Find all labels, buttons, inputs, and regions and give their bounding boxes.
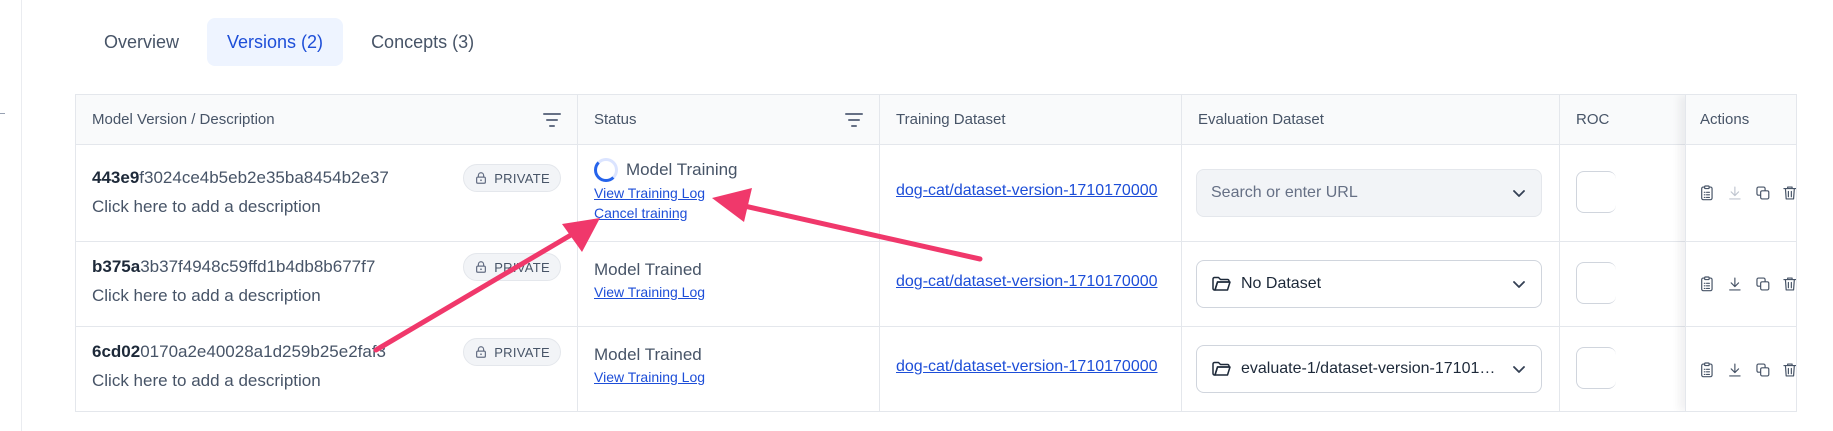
version-id-rest: 0170a2e40028a1d259b25e2faf3: [140, 342, 387, 361]
version-id[interactable]: 443e9f3024ce4b5eb2e35ba8454b2e37: [92, 168, 389, 188]
tab-bar: Overview Versions (2) Concepts (3): [84, 18, 494, 66]
private-badge-label: PRIVATE: [494, 259, 550, 275]
status-cell: Model Trained View Training Log: [578, 327, 880, 411]
download-icon[interactable]: [1726, 179, 1744, 207]
roc-input[interactable]: [1576, 347, 1616, 389]
training-dataset-cell: dog-cat/dataset-version-1710170000: [880, 145, 1182, 241]
description-field[interactable]: Click here to add a description: [92, 197, 321, 217]
view-training-log-link[interactable]: View Training Log: [594, 369, 705, 385]
clipboard-icon[interactable]: [1698, 179, 1716, 207]
tab-concepts[interactable]: Concepts (3): [351, 18, 494, 66]
clipboard-icon[interactable]: [1698, 270, 1716, 298]
trash-icon[interactable]: [1781, 270, 1797, 298]
table-header: Model Version / Description Status Train…: [76, 95, 1796, 145]
status-cell: Model Trained View Training Log: [578, 242, 880, 326]
download-icon[interactable]: [1726, 356, 1744, 384]
version-id-prefix: b375a: [92, 257, 141, 276]
actions-row: [1686, 145, 1797, 242]
download-icon[interactable]: [1726, 270, 1744, 298]
private-badge: PRIVATE: [463, 253, 561, 281]
copy-icon[interactable]: [1754, 356, 1772, 384]
version-id-prefix: 6cd02: [92, 342, 141, 361]
evaluation-dataset-select[interactable]: Search or enter URL: [1196, 169, 1542, 217]
private-badge: PRIVATE: [463, 164, 561, 192]
view-training-log-link[interactable]: View Training Log: [594, 284, 705, 300]
training-dataset-link[interactable]: dog-cat/dataset-version-1710170000: [896, 273, 1166, 291]
training-dataset-link[interactable]: dog-cat/dataset-version-1710170000: [896, 182, 1166, 200]
chevron-down-icon: [1513, 366, 1525, 373]
filter-icon[interactable]: [543, 112, 561, 127]
evaluation-dataset-select[interactable]: evaluate-1/dataset-version-1710170000: [1196, 345, 1542, 393]
header-roc-label: ROC: [1576, 111, 1610, 128]
lock-icon: [476, 172, 487, 184]
view-training-log-link[interactable]: View Training Log: [594, 185, 705, 201]
version-cell: b375a3b37f4948c59ffd1b4db8b677f7 Click h…: [76, 242, 578, 326]
description-field[interactable]: Click here to add a description: [92, 286, 321, 306]
tab-versions[interactable]: Versions (2): [207, 18, 344, 66]
versions-table: Model Version / Description Status Train…: [75, 94, 1797, 412]
header-status: Status: [578, 95, 880, 144]
evaluation-dataset-select[interactable]: No Dataset: [1196, 260, 1542, 308]
cancel-training-link[interactable]: Cancel training: [594, 205, 687, 221]
private-badge: PRIVATE: [463, 338, 561, 366]
left-sidebar-edge: [0, 0, 22, 431]
roc-input[interactable]: [1576, 171, 1616, 213]
actions-row: [1686, 327, 1797, 411]
lock-icon: [476, 346, 487, 358]
version-cell: 443e9f3024ce4b5eb2e35ba8454b2e37 Click h…: [76, 145, 578, 241]
evaluation-dataset-cell: evaluate-1/dataset-version-1710170000: [1182, 327, 1560, 411]
evaluation-dataset-cell: No Dataset: [1182, 242, 1560, 326]
training-dataset-cell: dog-cat/dataset-version-1710170000: [880, 242, 1182, 326]
status-cell: Model Training View Training Log Cancel …: [578, 145, 880, 241]
header-evaluation-dataset: Evaluation Dataset: [1182, 95, 1560, 144]
training-dataset-link[interactable]: dog-cat/dataset-version-1710170000: [896, 358, 1166, 376]
evaluation-dataset-value: No Dataset: [1241, 275, 1322, 292]
private-badge-label: PRIVATE: [494, 344, 550, 360]
version-id-rest: f3024ce4b5eb2e35ba8454b2e37: [139, 168, 389, 187]
version-id-rest: 3b37f4948c59ffd1b4db8b677f7: [140, 257, 376, 276]
chevron-down-icon: [1513, 281, 1525, 288]
folder-icon: [1212, 361, 1231, 376]
version-id-prefix: 443e9: [92, 168, 140, 187]
header-training-label: Training Dataset: [896, 111, 1006, 128]
clipboard-icon[interactable]: [1698, 356, 1716, 384]
status-text: Model Training: [626, 160, 738, 179]
sidebar-divider-tick: [0, 113, 5, 114]
evaluation-dataset-placeholder: Search or enter URL: [1211, 184, 1358, 201]
table-row: 6cd020170a2e40028a1d259b25e2faf3 Click h…: [76, 327, 1796, 411]
actions-row: [1686, 242, 1797, 327]
version-id[interactable]: b375a3b37f4948c59ffd1b4db8b677f7: [92, 257, 375, 277]
filter-icon[interactable]: [845, 112, 863, 127]
spinner-icon: [594, 158, 618, 182]
roc-input[interactable]: [1576, 262, 1616, 304]
header-status-label: Status: [594, 111, 637, 128]
header-actions: Actions: [1686, 95, 1796, 145]
training-dataset-cell: dog-cat/dataset-version-1710170000: [880, 327, 1182, 411]
chevron-down-icon: [1513, 190, 1525, 197]
trash-icon[interactable]: [1781, 179, 1797, 207]
evaluation-dataset-value: evaluate-1/dataset-version-1710170000: [1241, 360, 1501, 377]
trash-icon[interactable]: [1781, 356, 1797, 384]
version-cell: 6cd020170a2e40028a1d259b25e2faf3 Click h…: [76, 327, 578, 411]
table-row: 443e9f3024ce4b5eb2e35ba8454b2e37 Click h…: [76, 145, 1796, 242]
header-evaluation-label: Evaluation Dataset: [1198, 111, 1324, 128]
actions-column: Actions: [1685, 95, 1797, 411]
folder-icon: [1212, 276, 1231, 291]
header-training-dataset: Training Dataset: [880, 95, 1182, 144]
status-text: Model Trained: [594, 260, 702, 279]
evaluation-dataset-cell: Search or enter URL: [1182, 145, 1560, 241]
private-badge-label: PRIVATE: [494, 170, 550, 186]
version-id[interactable]: 6cd020170a2e40028a1d259b25e2faf3: [92, 342, 386, 362]
description-field[interactable]: Click here to add a description: [92, 371, 321, 391]
copy-icon[interactable]: [1754, 179, 1772, 207]
tab-overview[interactable]: Overview: [84, 18, 199, 66]
header-version: Model Version / Description: [76, 95, 578, 144]
status-text: Model Trained: [594, 345, 702, 364]
table-row: b375a3b37f4948c59ffd1b4db8b677f7 Click h…: [76, 242, 1796, 327]
header-version-label: Model Version / Description: [92, 111, 275, 128]
lock-icon: [476, 261, 487, 273]
copy-icon[interactable]: [1754, 270, 1772, 298]
